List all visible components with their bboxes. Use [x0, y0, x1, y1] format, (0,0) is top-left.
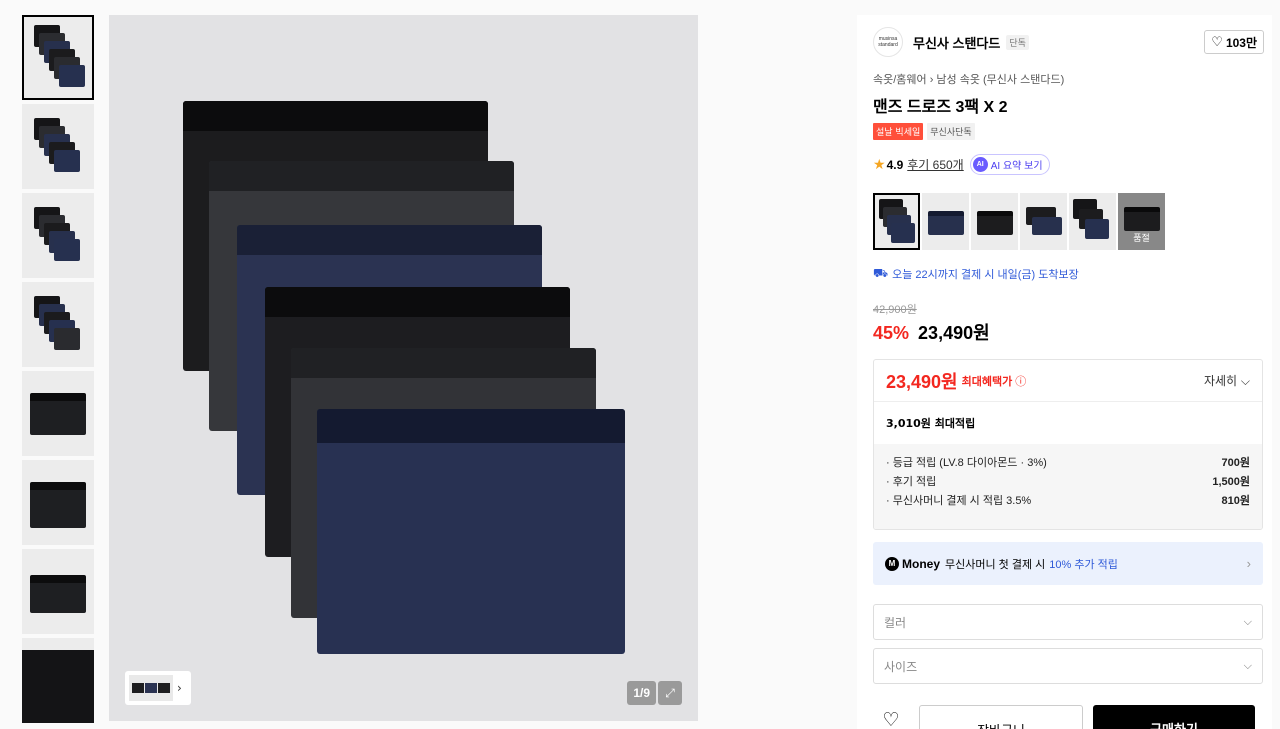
delivery-text: 오늘 22시까지 결제 시 내일(금) 도착보장	[892, 269, 1079, 281]
wishlist-heart-icon[interactable]: ♡	[873, 705, 909, 729]
max-benefit-header[interactable]: 23,490원 최대혜택가 ⓘ 자세히 ⌵	[874, 360, 1262, 402]
money-banner-highlight: 10% 추가 적립	[1049, 558, 1118, 571]
color-select-label: 컬러	[884, 615, 907, 630]
brand-like-button[interactable]: ♡ 103만	[1204, 30, 1264, 54]
review-count-link[interactable]: 후기 650개	[907, 156, 963, 173]
truck-icon: ⛟	[873, 266, 889, 280]
size-select[interactable]: 사이즈 ⌵	[873, 648, 1263, 684]
points-value: 810원	[1221, 495, 1250, 507]
ai-summary-label: AI 요약 보기	[990, 161, 1043, 172]
points-label: · 등급 적립 (LV.8 다이아몬드 · 3%)	[886, 457, 1047, 469]
option-thumb-soldout[interactable]: 품절	[1118, 193, 1165, 250]
option-thumbnails: 품절	[873, 193, 1165, 250]
image-nav-preview[interactable]: ›	[125, 671, 191, 705]
max-benefit-label: 최대혜택가	[961, 374, 1013, 388]
detail-toggle[interactable]: 자세히 ⌵	[1204, 372, 1250, 389]
option-thumb-pack[interactable]	[873, 193, 920, 250]
product-title: 맨즈 드로즈 3팩 X 2	[873, 99, 1008, 116]
thumbnail-list	[22, 15, 96, 729]
original-price: 42,900원	[873, 304, 917, 316]
chevron-down-icon: ⌵	[1243, 659, 1252, 672]
delivery-guarantee: ⛟ 오늘 22시까지 결제 시 내일(금) 도착보장	[873, 266, 1079, 282]
product-brief-navy-2	[317, 409, 625, 654]
thumbnail-single-back[interactable]	[22, 549, 94, 634]
star-icon: ★	[873, 156, 886, 172]
expand-icon[interactable]: ⤢	[658, 681, 682, 705]
option-thumb-mixed[interactable]	[1020, 193, 1067, 250]
brand-logo[interactable]: musinsa standard	[873, 27, 903, 57]
musinsa-money-banner[interactable]: M Money 무신사머니 첫 결제 시 10% 추가 적립 ›	[873, 542, 1263, 585]
exclusive-tag: 무신사단독	[927, 123, 975, 140]
size-select-label: 사이즈	[884, 659, 918, 674]
points-row: · 후기 적립 1,500원	[886, 473, 1250, 492]
money-icon: M	[885, 556, 899, 571]
points-value: 700원	[1221, 457, 1250, 469]
max-benefit-box: 23,490원 최대혜택가 ⓘ 자세히 ⌵ 3,010원 최대적립 · 등급 적…	[873, 359, 1263, 530]
rating-score: 4.9	[886, 157, 904, 172]
soldout-label: 품절	[1133, 234, 1150, 244]
color-select[interactable]: 컬러 ⌵	[873, 604, 1263, 640]
thumbnail-pack-2[interactable]	[22, 104, 94, 189]
thumbnail-single-side[interactable]	[22, 460, 94, 545]
max-benefit-price: 23,490원	[886, 371, 958, 392]
image-counter: 1/9	[627, 681, 656, 705]
option-thumb-navy[interactable]	[922, 193, 969, 250]
price-row: 45% 23,490원	[873, 319, 990, 345]
points-row: · 무신사머니 결제 시 적립 3.5% 810원	[886, 492, 1250, 511]
points-list: · 등급 적립 (LV.8 다이아몬드 · 3%) 700원 · 후기 적립 1…	[874, 444, 1262, 529]
points-value: 1,500원	[1212, 476, 1250, 488]
sale-tag: 설날 빅세일	[873, 123, 924, 140]
product-page: › 1/9 ⤢ musinsa standard 무신사 스탠다드 단독 ♡ 1…	[0, 0, 1280, 729]
chevron-right-icon: ›	[177, 681, 182, 695]
breadcrumb[interactable]: 속옷/홈웨어 › 남성 속옷 (무신사 스탠다드)	[873, 71, 1064, 87]
add-to-cart-button[interactable]: 장바구니	[919, 705, 1083, 729]
chevron-down-icon: ⌵	[1243, 615, 1252, 628]
thumbnail-pack[interactable]	[22, 15, 94, 100]
product-tags: 설날 빅세일 무신사단독	[873, 123, 975, 140]
chevron-right-icon: ›	[1246, 556, 1251, 571]
like-count: 103만	[1225, 35, 1257, 50]
option-thumb-black[interactable]	[971, 193, 1018, 250]
info-icon[interactable]: ⓘ	[1015, 373, 1026, 389]
product-info-panel: musinsa standard 무신사 스탠다드 단독 ♡ 103만 속옷/홈…	[857, 15, 1272, 729]
buy-now-button[interactable]: 구매하기	[1093, 705, 1255, 729]
ai-icon: AI	[972, 157, 988, 172]
brand-name[interactable]: 무신사 스탠다드	[913, 33, 1000, 52]
nav-thumbnail	[129, 675, 173, 701]
points-title: 3,010원 최대적립	[886, 417, 976, 430]
thumbnail-pack-3[interactable]	[22, 193, 94, 278]
rating-row: ★ 4.9 후기 650개 AI AI 요약 보기	[873, 154, 1050, 175]
discount-rate: 45%	[873, 323, 910, 343]
main-product-image[interactable]: › 1/9 ⤢	[109, 15, 698, 721]
heart-icon: ♡	[1211, 34, 1223, 49]
money-banner-text: 무신사머니 첫 결제 시	[945, 558, 1046, 571]
thumbnail-fabric-detail[interactable]	[22, 638, 94, 723]
thumbnail-pack-4[interactable]	[22, 282, 94, 367]
brand-row: musinsa standard 무신사 스탠다드 단독 ♡ 103만	[873, 27, 1264, 57]
ai-summary-button[interactable]: AI AI 요약 보기	[969, 154, 1050, 175]
purchase-actions: ♡ 장바구니 구매하기	[873, 705, 1263, 729]
brand-exclusive-badge: 단독	[1006, 34, 1029, 50]
money-brand: Money	[902, 556, 941, 571]
sale-price: 23,490원	[918, 323, 990, 343]
thumbnail-single-front[interactable]	[22, 371, 94, 456]
points-label: · 후기 적립	[886, 476, 937, 488]
option-thumb-stack[interactable]	[1069, 193, 1116, 250]
points-row: · 등급 적립 (LV.8 다이아몬드 · 3%) 700원	[886, 454, 1250, 473]
points-label: · 무신사머니 결제 시 적립 3.5%	[886, 495, 1032, 507]
